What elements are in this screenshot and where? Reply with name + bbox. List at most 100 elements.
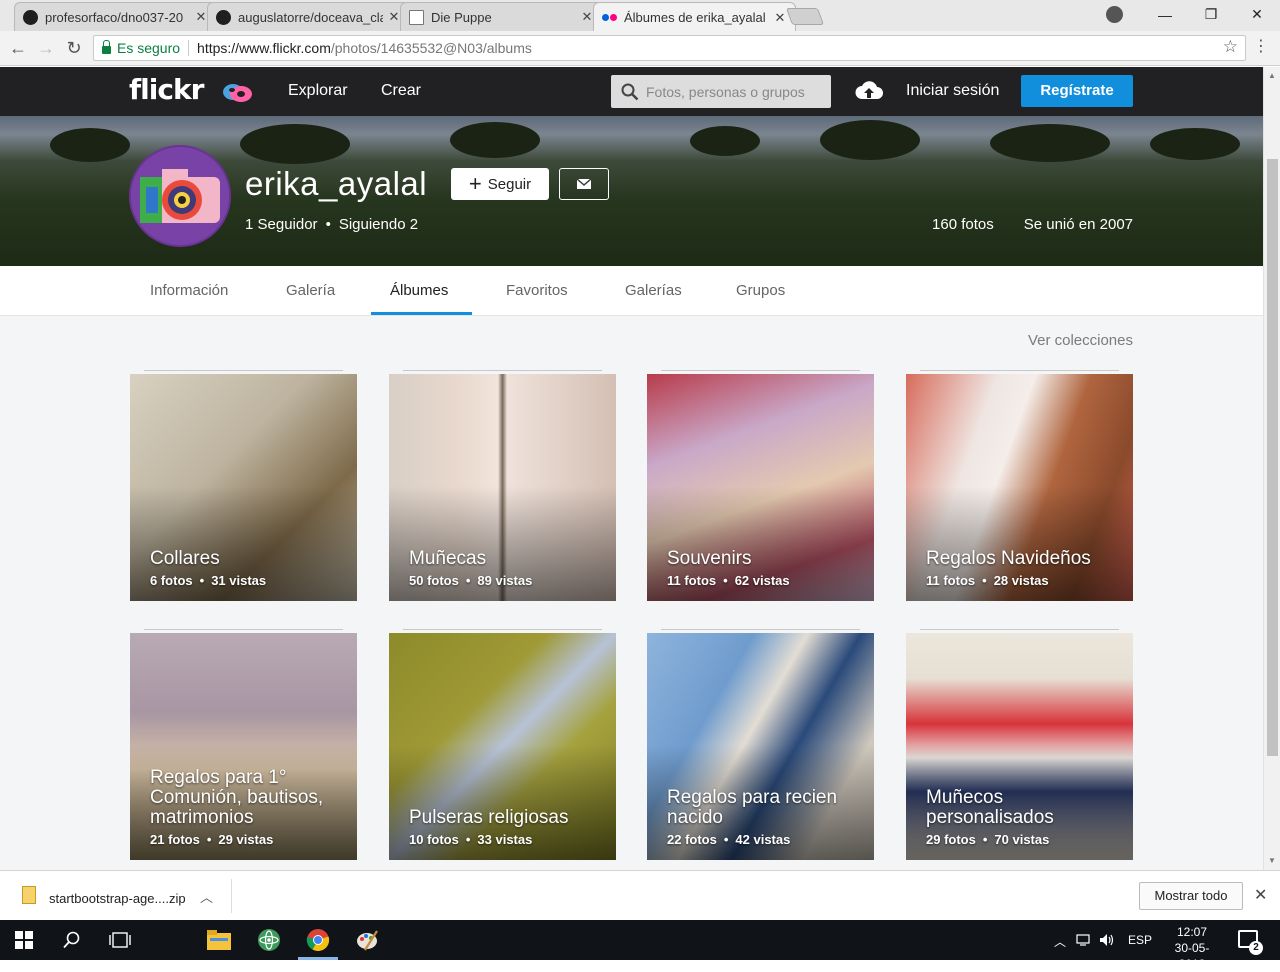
album-title: Muñecas bbox=[409, 548, 487, 569]
album-title: Regalos para 1° Comunión, bautisos, matr… bbox=[150, 767, 324, 828]
tab-grupos[interactable]: Grupos bbox=[736, 282, 785, 299]
following-link[interactable]: Siguiendo 2 bbox=[339, 216, 418, 233]
back-arrow-icon[interactable]: ← bbox=[7, 37, 29, 59]
album-card[interactable]: Regalos para recien nacido 22 fotos • 42 v… bbox=[647, 633, 874, 860]
language-indicator[interactable]: ESP bbox=[1128, 933, 1152, 947]
explore-link[interactable]: Explorar bbox=[288, 82, 348, 100]
browser-toolbar: ← → ↻ Es seguro https://www.flickr.com /… bbox=[0, 31, 1280, 66]
tab-title: profesorfaco/dno037-20 bbox=[45, 9, 184, 25]
envelope-icon bbox=[577, 179, 591, 189]
register-button[interactable]: Regístrate bbox=[1021, 75, 1133, 107]
album-view-count: 62 vistas bbox=[734, 573, 790, 588]
message-button[interactable] bbox=[559, 168, 609, 200]
close-icon[interactable]: ✕ bbox=[580, 9, 594, 25]
download-file-name[interactable]: startbootstrap-age....zip bbox=[49, 891, 186, 906]
scroll-down-icon[interactable]: ▼ bbox=[1268, 856, 1276, 865]
close-icon[interactable]: ✕ bbox=[1254, 885, 1267, 905]
new-tab-button[interactable] bbox=[785, 8, 825, 25]
tray-chevron-up-icon[interactable]: ︿ bbox=[1054, 933, 1066, 950]
close-icon[interactable]: ✕ bbox=[387, 9, 401, 25]
album-card[interactable]: Collares 6 fotos • 31 vistas bbox=[130, 374, 357, 601]
document-icon bbox=[409, 9, 424, 25]
system-clock[interactable]: 12:07 30-05-2018 bbox=[1162, 924, 1222, 972]
album-card[interactable]: Regalos para 1° Comunión, bautisos, matr… bbox=[130, 633, 357, 860]
windows-start-icon[interactable] bbox=[12, 928, 36, 952]
chrome-icon[interactable] bbox=[306, 928, 330, 952]
album-stack-edge bbox=[403, 629, 602, 630]
task-view-icon[interactable] bbox=[108, 928, 132, 952]
bookmark-star-icon[interactable]: ☆ bbox=[1223, 37, 1238, 57]
cover-tree bbox=[820, 120, 920, 160]
atom-editor-icon[interactable] bbox=[257, 928, 281, 952]
network-icon[interactable] bbox=[1076, 933, 1092, 950]
album-card[interactable]: Pulseras religiosas 10 fotos • 33 vistas bbox=[389, 633, 616, 860]
album-card[interactable]: Muñecas 50 fotos • 89 vistas bbox=[389, 374, 616, 601]
photo-count: 160 fotos bbox=[932, 216, 994, 233]
search-icon bbox=[621, 83, 639, 100]
followers-link[interactable]: 1 Seguidor bbox=[245, 216, 318, 233]
github-icon bbox=[216, 9, 231, 25]
album-photo-count: 22 fotos bbox=[667, 832, 717, 847]
browser-tab[interactable]: Die Puppe ✕ bbox=[400, 2, 603, 31]
search-icon[interactable] bbox=[60, 928, 84, 952]
album-card[interactable]: Muñecos personalisados 29 fotos • 70 vista… bbox=[906, 633, 1133, 860]
album-title: Muñecos personalisados bbox=[926, 787, 1054, 828]
address-bar[interactable]: Es seguro https://www.flickr.com /photos… bbox=[93, 35, 1246, 61]
cover-tree bbox=[990, 124, 1110, 162]
close-icon[interactable]: ✕ bbox=[194, 9, 208, 25]
album-stack-edge bbox=[920, 629, 1119, 630]
see-collections-link[interactable]: Ver colecciones bbox=[1028, 332, 1133, 349]
album-photo-count: 29 fotos bbox=[926, 832, 976, 847]
browser-tab[interactable]: auguslatorre/doceava_cla ✕ bbox=[207, 2, 410, 31]
file-explorer-icon[interactable] bbox=[207, 928, 231, 952]
divider bbox=[188, 40, 190, 56]
album-view-count: 42 vistas bbox=[735, 832, 791, 847]
volume-icon[interactable] bbox=[1099, 933, 1115, 950]
plus-icon: + bbox=[468, 171, 482, 196]
close-icon[interactable]: ✕ bbox=[773, 10, 787, 26]
tab-informacion[interactable]: Información bbox=[150, 282, 228, 299]
avatar[interactable] bbox=[129, 145, 231, 247]
user-profile-icon[interactable] bbox=[1106, 6, 1123, 23]
album-title: Souvenirs bbox=[667, 548, 752, 569]
chevron-up-icon[interactable]: ︿ bbox=[200, 887, 213, 906]
more-menu-icon[interactable]: ⋮ bbox=[1253, 36, 1269, 56]
page-scrollbar[interactable]: ▲ ▼ bbox=[1263, 67, 1280, 870]
separator-dot: • bbox=[465, 832, 471, 847]
album-meta: 21 fotos • 29 vistas bbox=[150, 832, 273, 847]
tab-albumes[interactable]: Álbumes bbox=[390, 282, 448, 299]
create-link[interactable]: Crear bbox=[381, 82, 421, 100]
zip-file-icon bbox=[22, 886, 36, 904]
album-title: Regalos Navideños bbox=[926, 548, 1091, 569]
minimize-icon[interactable]: — bbox=[1142, 0, 1188, 29]
search-input[interactable]: Fotos, personas o grupos bbox=[611, 75, 831, 108]
browser-tab-strip: profesorfaco/dno037-20 ✕ auguslatorre/do… bbox=[0, 0, 1280, 32]
forward-arrow-icon[interactable]: → bbox=[35, 37, 57, 59]
upload-cloud-icon[interactable] bbox=[854, 79, 884, 103]
close-window-icon[interactable]: ✕ bbox=[1234, 0, 1280, 29]
tab-favoritos[interactable]: Favoritos bbox=[506, 282, 568, 299]
album-title: Collares bbox=[150, 548, 220, 569]
restore-icon[interactable]: ❐ bbox=[1188, 0, 1234, 29]
reload-icon[interactable]: ↻ bbox=[63, 37, 85, 59]
browser-tab[interactable]: profesorfaco/dno037-20 ✕ bbox=[14, 2, 217, 31]
paint-icon[interactable] bbox=[355, 928, 379, 952]
donut-icon[interactable] bbox=[221, 80, 255, 104]
album-meta: 50 fotos • 89 vistas bbox=[409, 573, 532, 588]
tab-galeria[interactable]: Galería bbox=[286, 282, 335, 299]
album-card[interactable]: Regalos Navideños 11 fotos • 28 vistas bbox=[906, 374, 1133, 601]
cover-tree bbox=[50, 128, 130, 162]
signin-link[interactable]: Iniciar sesión bbox=[906, 82, 999, 100]
camera-icon bbox=[140, 169, 220, 223]
follow-button[interactable]: + Seguir bbox=[451, 168, 549, 200]
show-all-button[interactable]: Mostrar todo bbox=[1139, 882, 1243, 910]
browser-tab-active[interactable]: Álbumes de erika_ayalal | ✕ bbox=[593, 2, 796, 32]
tab-galerias[interactable]: Galerías bbox=[625, 282, 682, 299]
album-view-count: 31 vistas bbox=[211, 573, 267, 588]
flickr-logo[interactable]: flickr bbox=[129, 73, 204, 106]
scroll-thumb[interactable] bbox=[1267, 159, 1278, 756]
scroll-up-icon[interactable]: ▲ bbox=[1268, 71, 1276, 80]
separator-dot: • bbox=[325, 216, 331, 233]
album-photo-count: 10 fotos bbox=[409, 832, 459, 847]
album-card[interactable]: Souvenirs 11 fotos • 62 vistas bbox=[647, 374, 874, 601]
